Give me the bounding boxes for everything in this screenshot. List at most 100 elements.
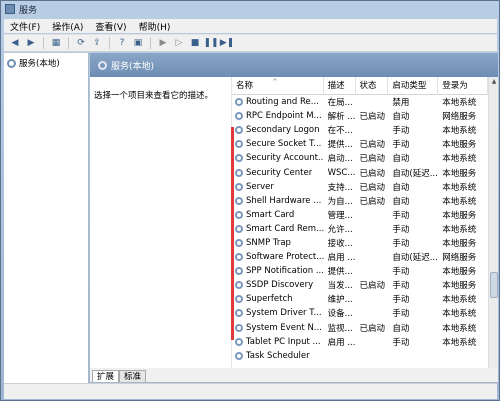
menu-view[interactable]: 查看(V) (89, 20, 132, 33)
scrollbar-thumb[interactable] (490, 272, 498, 298)
service-startup-type: 手动 (392, 224, 410, 235)
table-row[interactable]: SNMP Trap 接收... 手动 本地服务 (232, 236, 488, 250)
help-icon[interactable]: ? (115, 36, 129, 50)
scroll-up-icon[interactable]: ▲ (489, 77, 499, 87)
table-row[interactable]: System Driver T... 设备... 手动 本地系统 (232, 306, 488, 320)
service-description: 在局... (327, 98, 353, 109)
service-name-cell: Shell Hardware ... (232, 196, 324, 206)
table-row[interactable]: Superfetch 维护... 手动 本地系统 (232, 292, 488, 306)
service-name-cell: Secondary Logon (232, 125, 324, 135)
service-name-cell: Tablet PC Input ... (232, 337, 324, 347)
table-row[interactable]: Security Center WSC... 已启动 自动(延迟... 本地服务 (232, 165, 488, 179)
column-header-startup-type[interactable]: 启动类型 (388, 77, 439, 95)
list-header: 名称 ^ 描述 状态 启动类型 登录为 (232, 77, 488, 95)
service-description: 管理... (327, 210, 353, 221)
service-name-cell: Security Account... (232, 153, 324, 163)
table-row[interactable]: SSDP Discovery 当发... 已启动 手动 本地服务 (232, 278, 488, 292)
tree-item-services-local[interactable]: 服务(本地) (4, 53, 88, 73)
service-gear-icon (235, 196, 243, 205)
service-startup-type: 自动(延迟... (392, 253, 438, 264)
service-gear-icon (235, 295, 243, 304)
vertical-scrollbar[interactable]: ▲ (488, 77, 498, 368)
title-bar: 服务 (1, 1, 500, 17)
service-description: 提供... (327, 267, 353, 278)
service-startup-type: 手动 (392, 295, 410, 306)
service-name: Superfetch (246, 294, 293, 305)
menu-help[interactable]: 帮助(H) (133, 20, 177, 33)
service-status: 已启动 (359, 112, 386, 123)
service-startup-type: 手动 (392, 267, 410, 278)
table-row[interactable]: Server 支持... 已启动 自动 本地系统 (232, 180, 488, 194)
service-startup-type: 手动 (392, 140, 410, 151)
service-description: 启动... (327, 154, 353, 165)
table-row[interactable]: Task Scheduler (232, 349, 488, 363)
table-row[interactable]: Secondary Logon 在不... 手动 本地系统 (232, 123, 488, 137)
pause-icon[interactable]: ❚❚ (203, 36, 218, 50)
service-description: 启用 ... (327, 253, 356, 264)
tab-standard[interactable]: 标准 (119, 370, 147, 382)
service-gear-icon (235, 281, 243, 290)
table-row[interactable]: RPC Endpoint M... 解析 ... 已启动 自动 网络服务 (232, 109, 488, 123)
console-tree-icon[interactable]: ▦ (49, 36, 63, 50)
table-row[interactable]: System Event N... 监视... 已启动 自动 本地系统 (232, 321, 488, 335)
forward-icon[interactable]: ▶ (24, 36, 38, 50)
restart-icon[interactable]: ▶❚ (220, 36, 234, 50)
play-alt-icon[interactable]: ▷ (172, 36, 186, 50)
table-row[interactable]: Smart Card 管理... 手动 本地服务 (232, 208, 488, 222)
table-row[interactable]: Secure Socket T... 提供... 已启动 手动 本地服务 (232, 137, 488, 151)
service-startup-type: 手动 (392, 210, 410, 221)
service-description: 为自... (327, 196, 353, 207)
column-header-log-on-as[interactable]: 登录为 (438, 77, 488, 95)
table-row[interactable]: Smart Card Rem... 允许... 手动 本地系统 (232, 222, 488, 236)
export-icon[interactable]: ⇪ (90, 36, 104, 50)
table-row[interactable]: Tablet PC Input ... 启用 ... 手动 本地系统 (232, 335, 488, 349)
service-name: Smart Card Rem... (246, 223, 324, 234)
column-header-status[interactable]: 状态 (356, 77, 389, 95)
toolbar: ◀ ▶ ▦ ⟳ ⇪ ? ▣ ▶ ▷ ■ ❚❚ ▶❚ (4, 34, 497, 52)
service-gear-icon (235, 112, 243, 121)
table-row[interactable]: Security Account... 启动... 已启动 自动 本地系统 (232, 151, 488, 165)
table-row[interactable]: SPP Notification ... 提供... 手动 本地服务 (232, 264, 488, 278)
service-description: 接收... (327, 238, 353, 249)
column-header-name[interactable]: 名称 ^ (232, 77, 324, 95)
play-icon[interactable]: ▶ (156, 36, 170, 50)
service-log-on-as: 本地系统 (442, 196, 477, 207)
description-pane: 选择一个项目来查看它的描述。 (90, 77, 230, 368)
service-log-on-as: 本地服务 (442, 281, 477, 292)
service-startup-type: 手动 (392, 309, 410, 320)
service-description: 允许... (327, 224, 353, 235)
service-startup-type: 手动 (392, 238, 410, 249)
service-name-cell: Routing and Re... (232, 97, 324, 107)
content-header: 服务(本地) (90, 53, 498, 77)
services-window: 服务 文件(F) 操作(A) 查看(V) 帮助(H) ◀ ▶ ▦ ⟳ ⇪ ? ▣… (0, 0, 500, 401)
table-row[interactable]: Shell Hardware ... 为自... 已启动 自动 本地系统 (232, 194, 488, 208)
service-name: RPC Endpoint M... (246, 111, 322, 122)
service-name: Secure Socket T... (246, 139, 322, 150)
stop-icon[interactable]: ■ (188, 36, 202, 50)
menu-file[interactable]: 文件(F) (4, 20, 46, 33)
tab-extended[interactable]: 扩展 (92, 370, 120, 382)
menu-action[interactable]: 操作(A) (46, 20, 89, 33)
service-name-cell: Server (232, 182, 324, 192)
view-tabs: 扩展 标准 (90, 368, 498, 382)
service-status: 已启动 (359, 154, 386, 165)
services-app-icon (5, 4, 15, 14)
list-rows: Routing and Re... 在局... 禁用 本地系统 RPC Endpoint… (232, 95, 488, 363)
service-name: SNMP Trap (246, 237, 291, 248)
back-icon[interactable]: ◀ (8, 36, 22, 50)
properties-icon[interactable]: ▣ (131, 36, 145, 50)
service-startup-type: 自动 (392, 323, 410, 334)
table-row[interactable]: Routing and Re... 在局... 禁用 本地系统 (232, 95, 488, 109)
service-name: System Driver T... (246, 308, 322, 319)
menu-bar: 文件(F) 操作(A) 查看(V) 帮助(H) (4, 19, 497, 33)
service-name: Security Center (246, 167, 313, 178)
table-row[interactable]: Software Protect... 启用 ... 自动(延迟... 网络服务 (232, 250, 488, 264)
toolbar-divider (68, 37, 69, 49)
column-header-description[interactable]: 描述 (324, 77, 356, 95)
toolbar-divider (150, 37, 151, 49)
service-name-cell: Superfetch (232, 294, 324, 304)
service-name: Server (246, 181, 274, 192)
refresh-icon[interactable]: ⟳ (74, 36, 88, 50)
service-name: Shell Hardware ... (246, 195, 322, 206)
service-startup-type: 手动 (392, 337, 410, 348)
